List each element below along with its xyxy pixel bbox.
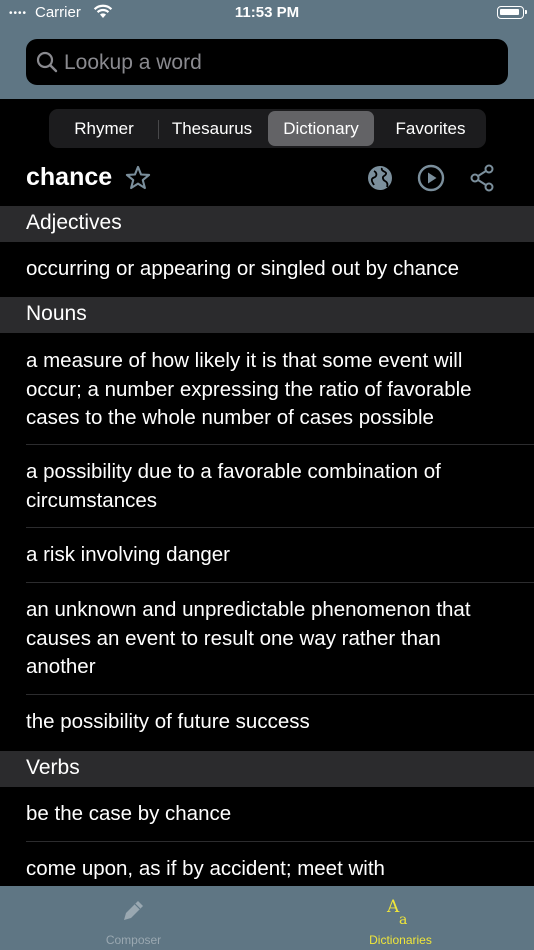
definition-text: an unknown and unpredictable phenomenon … <box>26 598 471 678</box>
tab-favorites[interactable]: Favorites <box>377 111 484 146</box>
section-header-nouns: Nouns <box>0 297 534 333</box>
segment-bar: Rhymer Thesaurus Dictionary Favorites <box>0 99 534 156</box>
share-icon[interactable] <box>468 164 496 197</box>
definition-text: occurring or appearing or singled out by… <box>26 257 460 280</box>
svg-text:a: a <box>399 912 407 928</box>
tab-bar: Composer A a Dictionaries <box>0 886 534 950</box>
battery-icon <box>497 6 527 19</box>
header: •••• Carrier 11:53 PM Lookup a word <box>0 0 534 99</box>
list-item[interactable]: a risk involving danger <box>0 528 534 583</box>
tab-dictionary[interactable]: Dictionary <box>268 111 374 146</box>
list-item[interactable]: a possibility due to a favorable combina… <box>0 445 534 528</box>
clock: 11:53 PM <box>234 4 300 21</box>
status-bar: •••• Carrier 11:53 PM <box>0 0 534 28</box>
definition-text: the possibility of future success <box>26 710 310 733</box>
segmented-control: Rhymer Thesaurus Dictionary Favorites <box>49 109 486 148</box>
tab-thesaurus[interactable]: Thesaurus <box>159 111 265 146</box>
tab-rhymer[interactable]: Rhymer <box>51 111 157 146</box>
pencil-icon <box>117 895 149 932</box>
search-bar[interactable]: Lookup a word <box>26 39 508 85</box>
list-item[interactable]: a measure of how likely it is that some … <box>0 333 534 445</box>
search-icon <box>36 51 58 78</box>
svg-text:A: A <box>386 897 400 917</box>
definition-text: a risk involving danger <box>26 543 230 566</box>
play-icon[interactable] <box>417 164 445 197</box>
section-header-adjectives: Adjectives <box>0 206 534 242</box>
entry-word: chance <box>26 163 113 191</box>
section-title: Nouns <box>26 302 87 325</box>
definition-text: come upon, as if by accident; meet with <box>26 857 385 880</box>
section-header-verbs: Verbs <box>0 751 534 787</box>
list-item[interactable]: come upon, as if by accident; meet with <box>0 842 534 886</box>
list-item[interactable]: an unknown and unpredictable phenomenon … <box>0 583 534 695</box>
tab-dictionaries[interactable]: A a Dictionaries <box>267 886 534 950</box>
list-item[interactable]: be the case by chance <box>0 787 534 842</box>
font-aa-icon: A a <box>384 895 418 934</box>
list-item[interactable]: the possibility of future success <box>0 695 534 751</box>
tab-label: Dictionaries <box>369 933 432 947</box>
list-item[interactable]: occurring or appearing or singled out by… <box>0 242 534 297</box>
definition-text: a possibility due to a favorable combina… <box>26 460 441 512</box>
definition-text: be the case by chance <box>26 802 232 825</box>
entry-header: chance <box>0 156 534 206</box>
definition-text: a measure of how likely it is that some … <box>26 349 472 429</box>
tab-label: Composer <box>105 933 162 947</box>
section-title: Adjectives <box>26 211 122 234</box>
section-title: Verbs <box>26 756 80 779</box>
globe-icon[interactable] <box>366 164 394 197</box>
star-icon[interactable] <box>124 164 152 197</box>
search-placeholder[interactable]: Lookup a word <box>64 51 202 75</box>
tab-composer[interactable]: Composer <box>0 886 267 950</box>
